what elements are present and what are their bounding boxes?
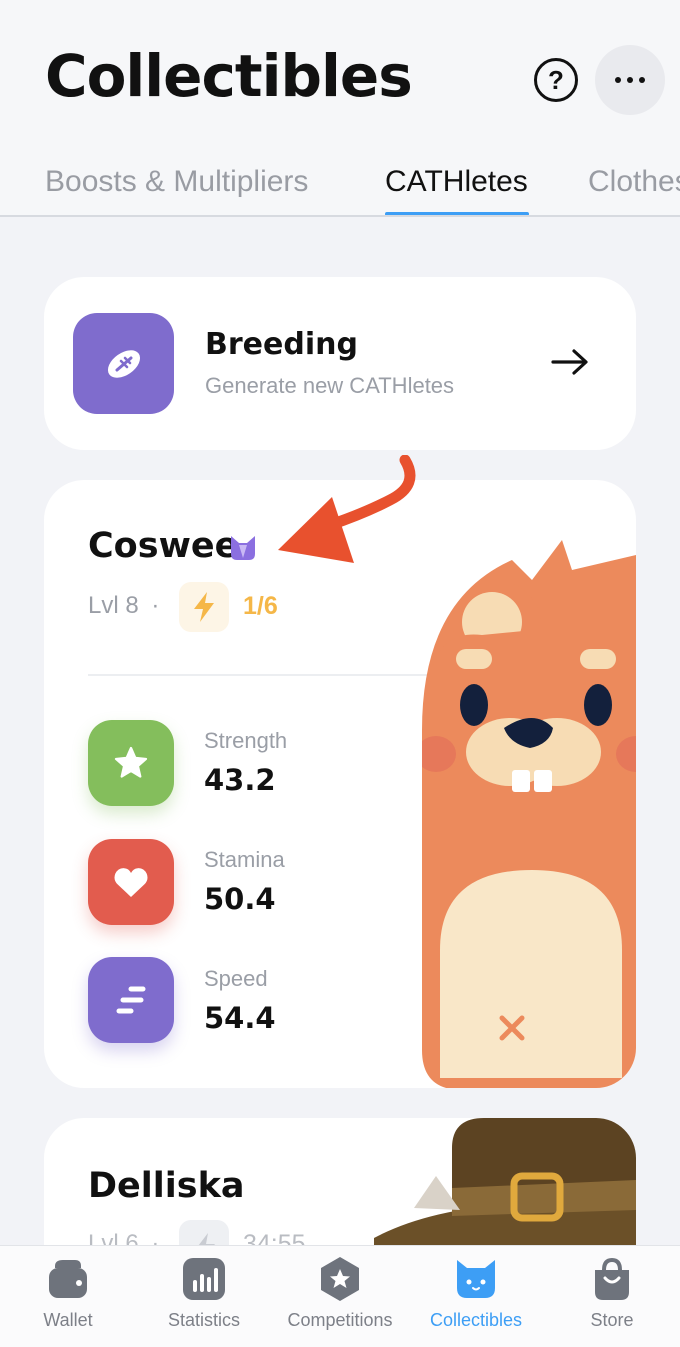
nav-collectibles[interactable]: Collectibles bbox=[408, 1246, 544, 1347]
stat-value-stamina: 50.4 bbox=[204, 882, 276, 916]
breeding-title: Breeding bbox=[205, 327, 358, 362]
competitions-icon bbox=[321, 1257, 359, 1301]
cat-icon bbox=[457, 1260, 495, 1298]
nav-store[interactable]: Store bbox=[544, 1246, 680, 1347]
category-tabs: Boosts & Multipliers CATHletes Clothes bbox=[0, 135, 680, 217]
cat-rarity-badge-icon bbox=[231, 536, 255, 560]
stat-value-strength: 43.2 bbox=[204, 763, 276, 797]
divider bbox=[88, 674, 438, 676]
statistics-icon bbox=[183, 1258, 225, 1300]
wallet-icon bbox=[49, 1260, 87, 1298]
page-title: Collectibles bbox=[45, 42, 413, 110]
athlete-name: Coswee bbox=[88, 526, 239, 566]
energy-icon bbox=[179, 582, 229, 632]
more-dots-icon bbox=[615, 77, 621, 83]
athlete-card-coswee[interactable]: Coswee Lvl 8 · 1/6 Strength 43.2 Stamina… bbox=[44, 480, 636, 1088]
nav-statistics[interactable]: Statistics bbox=[136, 1246, 272, 1347]
stat-label-stamina: Stamina bbox=[204, 847, 285, 872]
stat-value-speed: 54.4 bbox=[204, 1001, 276, 1035]
help-icon: ? bbox=[548, 64, 564, 95]
arrow-right-icon bbox=[551, 349, 588, 375]
beaver-mascot-image bbox=[422, 540, 636, 1088]
bottom-navigation: Wallet Statistics Competitions Collectib… bbox=[0, 1245, 680, 1347]
breeding-card[interactable]: Breeding Generate new CATHletes bbox=[44, 277, 636, 450]
speed-lines-icon bbox=[88, 957, 174, 1043]
hat-mascot-image bbox=[374, 1118, 636, 1248]
nav-competitions[interactable]: Competitions bbox=[272, 1246, 408, 1347]
stat-label-strength: Strength bbox=[204, 728, 288, 753]
breeding-subtitle: Generate new CATHletes bbox=[205, 373, 455, 398]
athlete-level: Lvl 8 · bbox=[88, 592, 160, 619]
header: Collectibles ? bbox=[0, 0, 680, 135]
heart-icon bbox=[88, 839, 174, 925]
tab-cathletes[interactable]: CATHletes bbox=[385, 165, 528, 199]
nav-wallet[interactable]: Wallet bbox=[0, 1246, 136, 1347]
annotation-arrow bbox=[278, 455, 416, 563]
active-tab-indicator bbox=[385, 212, 529, 215]
energy-value: 1/6 bbox=[243, 592, 278, 620]
athlete-name: Delliska bbox=[88, 1166, 245, 1206]
tab-boosts-multipliers[interactable]: Boosts & Multipliers bbox=[45, 165, 308, 199]
stat-label-speed: Speed bbox=[204, 966, 268, 991]
tab-clothes[interactable]: Clothes bbox=[588, 165, 680, 199]
football-icon bbox=[73, 313, 174, 414]
help-button[interactable]: ? bbox=[534, 58, 578, 102]
bag-icon bbox=[595, 1257, 629, 1300]
more-options-button[interactable] bbox=[595, 45, 665, 115]
star-icon bbox=[88, 720, 174, 806]
